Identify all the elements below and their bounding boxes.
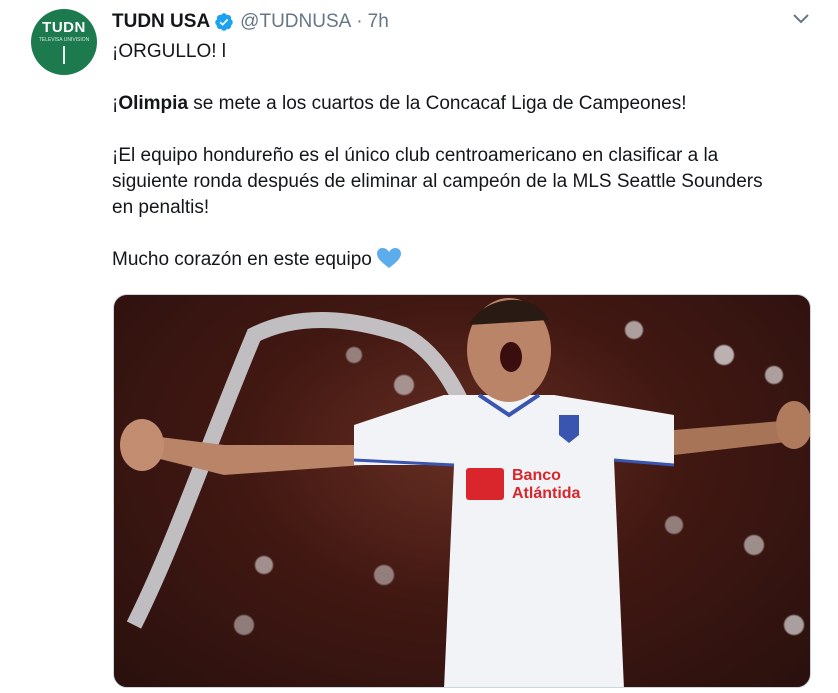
sponsor-line-1: Banco: [512, 467, 561, 484]
verified-badge-icon: [215, 13, 233, 31]
author-name[interactable]: TUDN USA: [112, 11, 210, 33]
tweet-line-1: ¡ORGULLO! l: [112, 41, 227, 62]
avatar[interactable]: TUDN TELEVISA UNIVISION: [31, 9, 97, 75]
tweet-timestamp[interactable]: 7h: [368, 11, 389, 33]
tweet-line-2-rest: se mete a los cuartos de la Concacaf Lig…: [188, 93, 687, 114]
chevron-down-icon[interactable]: [790, 10, 812, 28]
tweet-header: TUDN USA @TUDNUSA · 7h: [112, 10, 389, 34]
player-celebration-illustration: Banco Atlántida: [114, 295, 810, 687]
sponsor-line-2: Atlántida: [512, 485, 581, 502]
tweet-line-5: en penaltis!: [112, 197, 210, 218]
author-handle[interactable]: @TUDNUSA: [240, 11, 351, 33]
tweet-text: ¡ORGULLO! l ¡Olimpia se mete a los cuart…: [112, 39, 822, 273]
tweet-line-2: ¡Olimpia se mete a los cuartos de la Con…: [112, 91, 822, 117]
avatar-logo-bar: [63, 46, 65, 64]
tweet-line-4: siguiente ronda después de eliminar al c…: [112, 171, 763, 192]
tweet[interactable]: TUDN TELEVISA UNIVISION TUDN USA @TUDNUS…: [0, 0, 838, 693]
separator-dot: ·: [356, 11, 363, 32]
avatar-logo-text: TUDN: [42, 19, 86, 36]
tweet-media-photo[interactable]: Banco Atlántida: [113, 294, 811, 688]
tweet-line-6-text: Mucho corazón en este equipo: [112, 249, 372, 270]
avatar-logo-sub: TELEVISA UNIVISION: [38, 37, 90, 43]
tweet-line-6: Mucho corazón en este equipo: [112, 247, 822, 273]
blue-heart-icon: [376, 248, 401, 268]
team-name-olimpia: Olimpia: [118, 93, 189, 114]
tweet-line-3: ¡El equipo hondureño es el único club ce…: [112, 145, 719, 166]
